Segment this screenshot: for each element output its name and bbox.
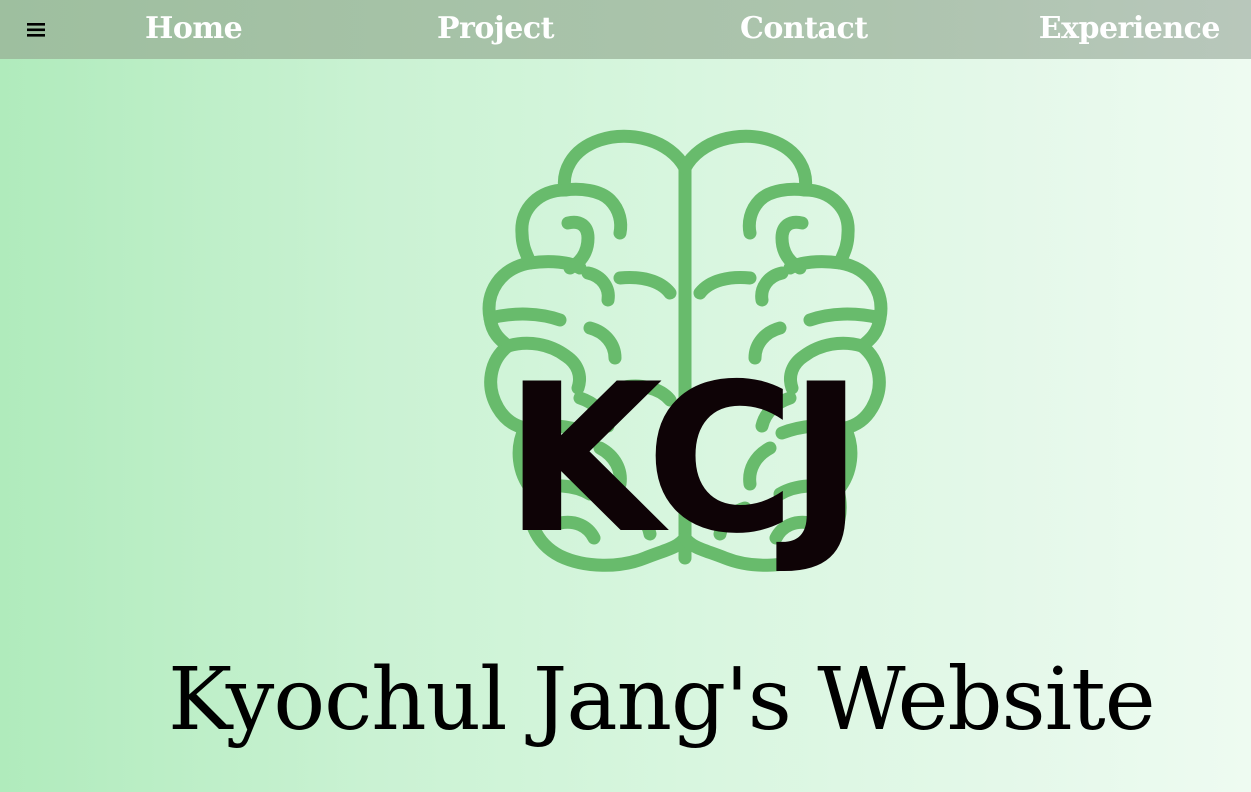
top-navbar: Home Project Contact Experience (0, 0, 1251, 59)
nav-link-project[interactable]: Project (437, 8, 554, 50)
hamburger-menu-icon[interactable] (20, 12, 52, 46)
kcj-logo: KCJ (470, 128, 890, 579)
logo-text: KCJ (504, 341, 856, 573)
nav-link-contact[interactable]: Contact (740, 8, 868, 50)
page-title: Kyochul Jang's Website (168, 650, 1156, 750)
nav-link-experience[interactable]: Experience (1039, 8, 1221, 50)
brain-icon: KCJ (482, 129, 888, 579)
nav-link-home[interactable]: Home (145, 8, 243, 50)
